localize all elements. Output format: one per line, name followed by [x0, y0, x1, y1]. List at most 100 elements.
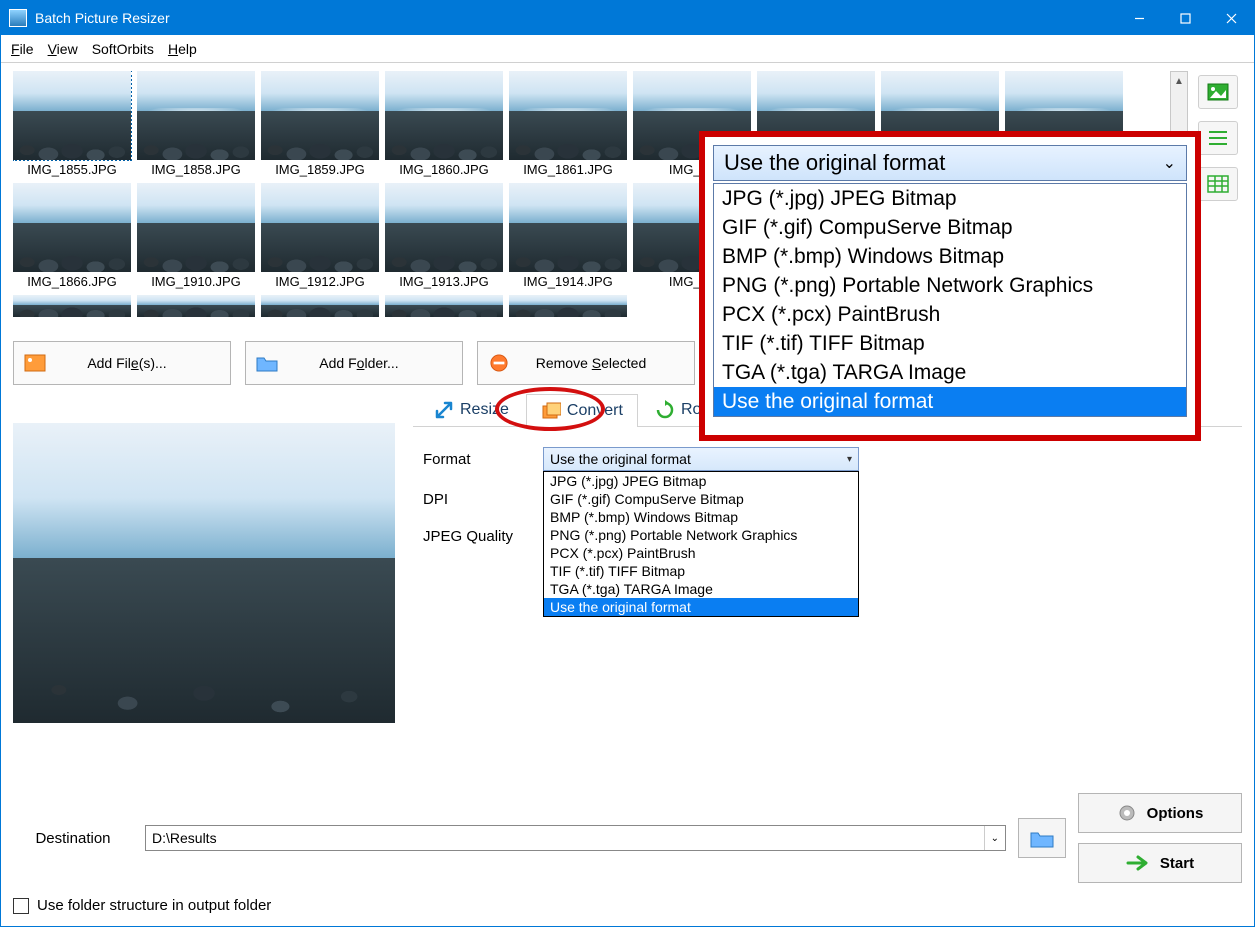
- destination-input[interactable]: D:\Results ⌄: [145, 825, 1006, 851]
- thumbnail-item[interactable]: IMG_1910.JPG: [137, 183, 255, 289]
- format-combo[interactable]: Use the original format ▾: [543, 447, 859, 471]
- format-option[interactable]: Use the original format: [544, 598, 858, 616]
- thumbnail-caption: IMG_1860.JPG: [385, 162, 503, 177]
- start-label: Start: [1160, 855, 1194, 872]
- thumbnail-item[interactable]: IMG_1861.JPG: [509, 71, 627, 177]
- mid-row: Resize Convert Rotate Format: [13, 393, 1242, 779]
- use-folder-structure-row[interactable]: Use folder structure in output folder: [13, 897, 1242, 914]
- view-mode-icons: [1194, 71, 1242, 331]
- minimize-button[interactable]: [1116, 1, 1162, 35]
- thumbnail-caption: IMG_1859.JPG: [261, 162, 379, 177]
- thumbnail-item[interactable]: [385, 295, 503, 317]
- jpeg-quality-label: JPEG Quality: [423, 528, 543, 545]
- callout-format-option[interactable]: GIF (*.gif) CompuServe Bitmap: [714, 213, 1186, 242]
- app-window: Batch Picture Resizer File View SoftOrbi…: [0, 0, 1255, 927]
- callout-format-combo[interactable]: Use the original format ⌄: [713, 145, 1187, 181]
- format-option[interactable]: PNG (*.png) Portable Network Graphics: [544, 526, 858, 544]
- thumbnail-caption: IMG_1912.JPG: [261, 274, 379, 289]
- convert-icon: [541, 401, 561, 421]
- thumbnail-caption: IMG_1913.JPG: [385, 274, 503, 289]
- callout-format-option[interactable]: PNG (*.png) Portable Network Graphics: [714, 271, 1186, 300]
- arrow-right-icon: [1126, 854, 1150, 872]
- format-option[interactable]: TIF (*.tif) TIFF Bitmap: [544, 562, 858, 580]
- resize-icon: [434, 400, 454, 420]
- format-option[interactable]: JPG (*.jpg) JPEG Bitmap: [544, 472, 858, 490]
- thumbnail-item[interactable]: IMG_1858.JPG: [137, 71, 255, 177]
- remove-selected-button[interactable]: Remove Selected: [477, 341, 695, 385]
- thumbnail-item[interactable]: IMG_1914.JPG: [509, 183, 627, 289]
- content-area: IMG_1855.JPG IMG_1858.JPG IMG_1859.JPG I…: [1, 63, 1254, 926]
- dpi-label: DPI: [423, 491, 543, 508]
- use-folder-structure-checkbox[interactable]: [13, 898, 29, 914]
- menu-softorbits[interactable]: SoftOrbits: [92, 41, 154, 57]
- bottom-bar: Destination D:\Results ⌄ Options Start: [13, 779, 1242, 914]
- thumbnail-caption: IMG_1866.JPG: [13, 274, 131, 289]
- rotate-icon: [655, 400, 675, 420]
- options-label: Options: [1147, 805, 1204, 822]
- callout-format-list[interactable]: JPG (*.jpg) JPEG Bitmap GIF (*.gif) Comp…: [713, 183, 1187, 417]
- browse-folder-button[interactable]: [1018, 818, 1066, 858]
- title-bar: Batch Picture Resizer: [1, 1, 1254, 35]
- maximize-button[interactable]: [1162, 1, 1208, 35]
- convert-tab-body: Format Use the original format ▾ JPG (*.…: [413, 427, 1242, 575]
- destination-value: D:\Results: [152, 830, 217, 846]
- menu-view[interactable]: View: [48, 41, 78, 57]
- chevron-down-icon[interactable]: ⌄: [984, 826, 999, 850]
- remove-selected-label: Remove Selected: [498, 355, 684, 371]
- add-files-label: Add File(s)...: [34, 355, 220, 371]
- thumbnail-item[interactable]: [13, 295, 131, 317]
- add-files-button[interactable]: Add File(s)...: [13, 341, 231, 385]
- format-label: Format: [423, 451, 543, 468]
- callout-combo-value: Use the original format: [724, 150, 945, 176]
- tab-convert-label: Convert: [567, 402, 623, 420]
- use-folder-structure-label: Use folder structure in output folder: [37, 897, 271, 914]
- settings-pane: Resize Convert Rotate Format: [413, 393, 1242, 779]
- menu-help[interactable]: Help: [168, 41, 197, 57]
- destination-label: Destination: [13, 830, 133, 847]
- callout-format-option[interactable]: BMP (*.bmp) Windows Bitmap: [714, 242, 1186, 271]
- thumbnail-item[interactable]: IMG_1855.JPG: [13, 71, 131, 177]
- callout-format-option[interactable]: TGA (*.tga) TARGA Image: [714, 358, 1186, 387]
- callout-format-option[interactable]: Use the original format: [714, 387, 1186, 416]
- thumbnail-item[interactable]: IMG_1860.JPG: [385, 71, 503, 177]
- gear-icon: [1117, 803, 1137, 823]
- view-list-button[interactable]: [1198, 121, 1238, 155]
- close-button[interactable]: [1208, 1, 1254, 35]
- preview-pane: [13, 393, 405, 733]
- thumbnail-caption: IMG_1861.JPG: [509, 162, 627, 177]
- thumbnail-item[interactable]: [261, 295, 379, 317]
- app-icon: [9, 9, 27, 27]
- callout-format-option[interactable]: PCX (*.pcx) PaintBrush: [714, 300, 1186, 329]
- view-table-button[interactable]: [1198, 167, 1238, 201]
- format-dropdown[interactable]: JPG (*.jpg) JPEG Bitmap GIF (*.gif) Comp…: [543, 471, 859, 617]
- thumbnail-item[interactable]: [137, 295, 255, 317]
- menu-file[interactable]: File: [11, 41, 34, 57]
- format-option[interactable]: BMP (*.bmp) Windows Bitmap: [544, 508, 858, 526]
- callout-format-option[interactable]: JPG (*.jpg) JPEG Bitmap: [714, 184, 1186, 213]
- thumbnail-caption: IMG_1855.JPG: [13, 162, 131, 177]
- start-button[interactable]: Start: [1078, 843, 1242, 883]
- thumbnail-caption: IMG_1914.JPG: [509, 274, 627, 289]
- view-thumbnails-button[interactable]: [1198, 75, 1238, 109]
- thumbnail-item[interactable]: IMG_1913.JPG: [385, 183, 503, 289]
- format-combo-value: Use the original format: [550, 451, 691, 467]
- add-folder-button[interactable]: Add Folder...: [245, 341, 463, 385]
- thumbnail-item[interactable]: IMG_1912.JPG: [261, 183, 379, 289]
- scroll-up-icon[interactable]: ▲: [1171, 72, 1187, 90]
- preview-image: [13, 423, 395, 723]
- thumbnail-item[interactable]: IMG_1866.JPG: [13, 183, 131, 289]
- options-button[interactable]: Options: [1078, 793, 1242, 833]
- format-option[interactable]: PCX (*.pcx) PaintBrush: [544, 544, 858, 562]
- thumbnail-caption: IMG_1910.JPG: [137, 274, 255, 289]
- chevron-down-icon: ▾: [847, 454, 852, 465]
- format-option[interactable]: TGA (*.tga) TARGA Image: [544, 580, 858, 598]
- tab-convert[interactable]: Convert: [526, 394, 638, 427]
- thumbnail-caption: IMG_1858.JPG: [137, 162, 255, 177]
- format-option[interactable]: GIF (*.gif) CompuServe Bitmap: [544, 490, 858, 508]
- callout-format-option[interactable]: TIF (*.tif) TIFF Bitmap: [714, 329, 1186, 358]
- app-title: Batch Picture Resizer: [35, 10, 170, 26]
- tab-resize[interactable]: Resize: [419, 393, 524, 426]
- thumbnail-item[interactable]: IMG_1859.JPG: [261, 71, 379, 177]
- menu-bar: File View SoftOrbits Help: [1, 35, 1254, 63]
- thumbnail-item[interactable]: [509, 295, 627, 317]
